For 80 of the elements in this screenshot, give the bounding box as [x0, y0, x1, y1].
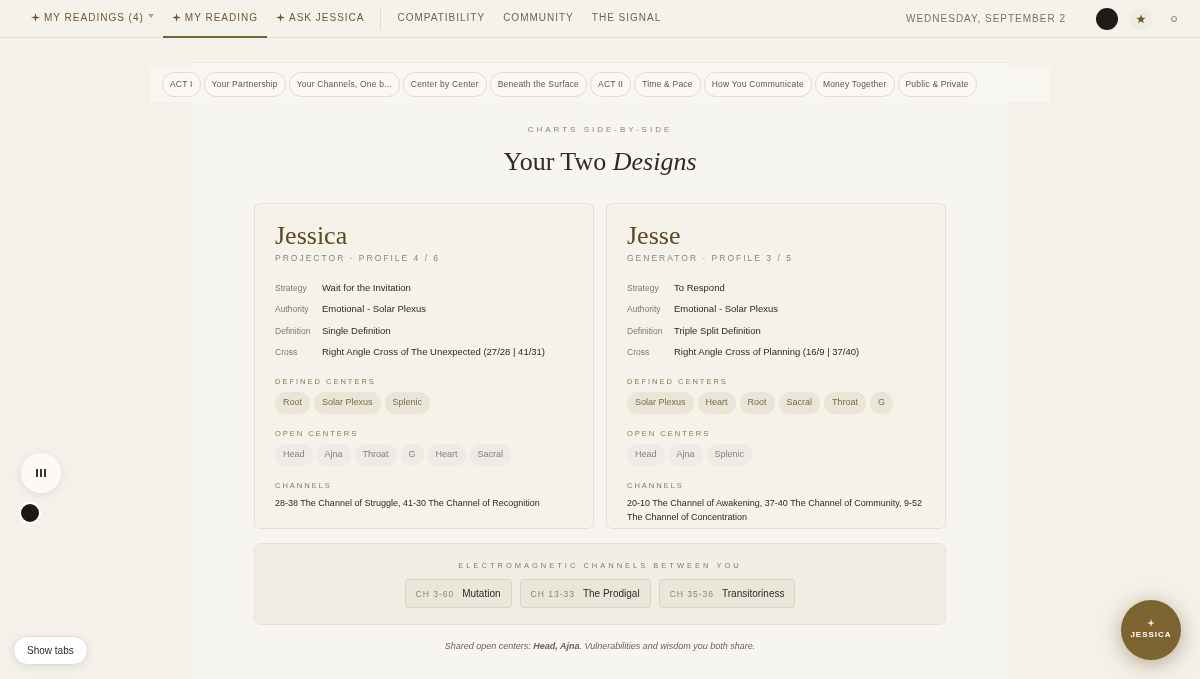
assistant-button[interactable]: JESSICA [1121, 600, 1181, 660]
fact-label: Strategy [275, 282, 308, 295]
caret-icon [147, 12, 154, 19]
fact-value: Right Angle Cross of Planning (16/9 | 37/40) [674, 344, 860, 359]
fact-label: Definition [627, 324, 664, 338]
fact-label: Strategy [627, 282, 660, 295]
center-chip: Root [275, 392, 310, 414]
center-chip: Heart [427, 444, 466, 466]
fact-label: Cross [627, 345, 651, 359]
fact-value: Emotional - Solar Plexus [322, 302, 427, 317]
center-chip: Heart [697, 392, 736, 414]
section-tab[interactable]: Money Together [814, 72, 895, 97]
channel-code: CH 35-36 [669, 588, 715, 601]
section-tab[interactable]: Your Partnership [203, 72, 286, 97]
nav-tab[interactable]: ASK JESSICA [267, 0, 374, 38]
center-chip: Ajna [316, 444, 351, 466]
star-icon [1136, 13, 1146, 24]
section-tab[interactable]: Beneath the Surface [489, 72, 588, 97]
center-chip: Ajna [668, 444, 703, 466]
section-tab[interactable]: Center by Center [402, 72, 487, 97]
fact-value: Wait for the Invitation [322, 281, 411, 296]
fact-value: Single Definition [322, 323, 391, 338]
nav-tab[interactable]: THE SIGNAL [582, 0, 671, 38]
center-chip: Solar Plexus [627, 392, 694, 414]
center-chip: Throat [354, 444, 397, 466]
section-tab[interactable]: Public & Private [897, 72, 977, 97]
fact-value: Triple Split Definition [674, 323, 761, 338]
person-type: PROJECTOR · PROFILE 4 / 6 [275, 252, 442, 266]
section-tab[interactable]: Your Channels, One b... [288, 72, 400, 97]
nav-tab[interactable]: MY READINGS (4) [22, 0, 163, 38]
center-chip: Sacral [469, 444, 512, 466]
sparkle-icon [171, 13, 181, 22]
center-chip: G [870, 392, 894, 414]
channel-name: Mutation [462, 587, 501, 601]
center-chip: G [400, 444, 424, 466]
person-name: Jesse [627, 221, 682, 251]
nav-tab[interactable]: COMPATIBILITY [388, 0, 495, 38]
sparkle-icon [1147, 619, 1155, 627]
show-tabs-button[interactable]: Show tabs [13, 636, 88, 665]
settings-icon[interactable] [1170, 14, 1178, 23]
shared-centers-note: Shared open centers: Head, Ajna. Vulnerabilities and wisdom you both share. [443, 640, 757, 653]
sparkle-icon [276, 13, 285, 22]
center-chip: Throat [824, 392, 867, 414]
fact-value: Right Angle Cross of The Unexpected (27/28 | 41/31) [322, 344, 546, 359]
center-chip: Solar Plexus [314, 392, 381, 414]
center-chip: Head [275, 444, 313, 466]
sparkle-icon [31, 13, 40, 22]
nav-tab[interactable]: MY READING [162, 0, 267, 38]
section-tab[interactable]: ACT II [590, 72, 632, 97]
channel-code: CH 13-33 [530, 588, 575, 601]
fact-label: Cross [275, 345, 299, 359]
center-chip: Splenic [384, 392, 431, 414]
channel-code: CH 3-60 [415, 588, 455, 601]
theme-dot-button[interactable] [19, 502, 41, 524]
menu-icon [35, 469, 47, 477]
section-eyebrow: CHARTS SIDE-BY-SIDE [526, 123, 674, 136]
center-chip: Head [627, 444, 665, 466]
channel-name: Transitoriness [722, 587, 785, 601]
nav-tab[interactable]: COMMUNITY [494, 0, 583, 38]
section-heading: Your Two Designs [502, 145, 698, 178]
section-tab[interactable]: Time & Pace [634, 72, 701, 97]
fact-label: Authority [627, 303, 662, 317]
fact-value: Emotional - Solar Plexus [674, 302, 779, 317]
center-chip: Root [739, 392, 775, 414]
menu-button[interactable] [21, 453, 61, 493]
date-text: WEDNESDAY, SEPTEMBER 2 [906, 12, 1066, 26]
channels-text: 20-10 The Channel of Awakening, 37-40 The Channel of Community, 9-52 The Channel of Concentration [627, 496, 924, 525]
fact-value: To Respond [674, 281, 725, 296]
fact-label: Authority [275, 303, 310, 317]
section-tab[interactable]: ACT I [162, 72, 201, 97]
center-chip: Sacral [778, 392, 821, 414]
theme-dot-button[interactable] [1096, 7, 1118, 30]
favorites-button[interactable] [1130, 7, 1152, 30]
channel-name: The Prodigal [582, 587, 640, 601]
channels-text: 28-38 The Channel of Struggle, 41-30 The Channel of Recognition [275, 496, 541, 510]
center-chip: Splenic [706, 444, 753, 466]
person-type: GENERATOR · PROFILE 3 / 5 [627, 252, 794, 266]
person-name: Jessica [275, 221, 349, 251]
fact-label: Definition [275, 324, 312, 338]
section-tab[interactable]: How You Communicate [703, 72, 812, 97]
